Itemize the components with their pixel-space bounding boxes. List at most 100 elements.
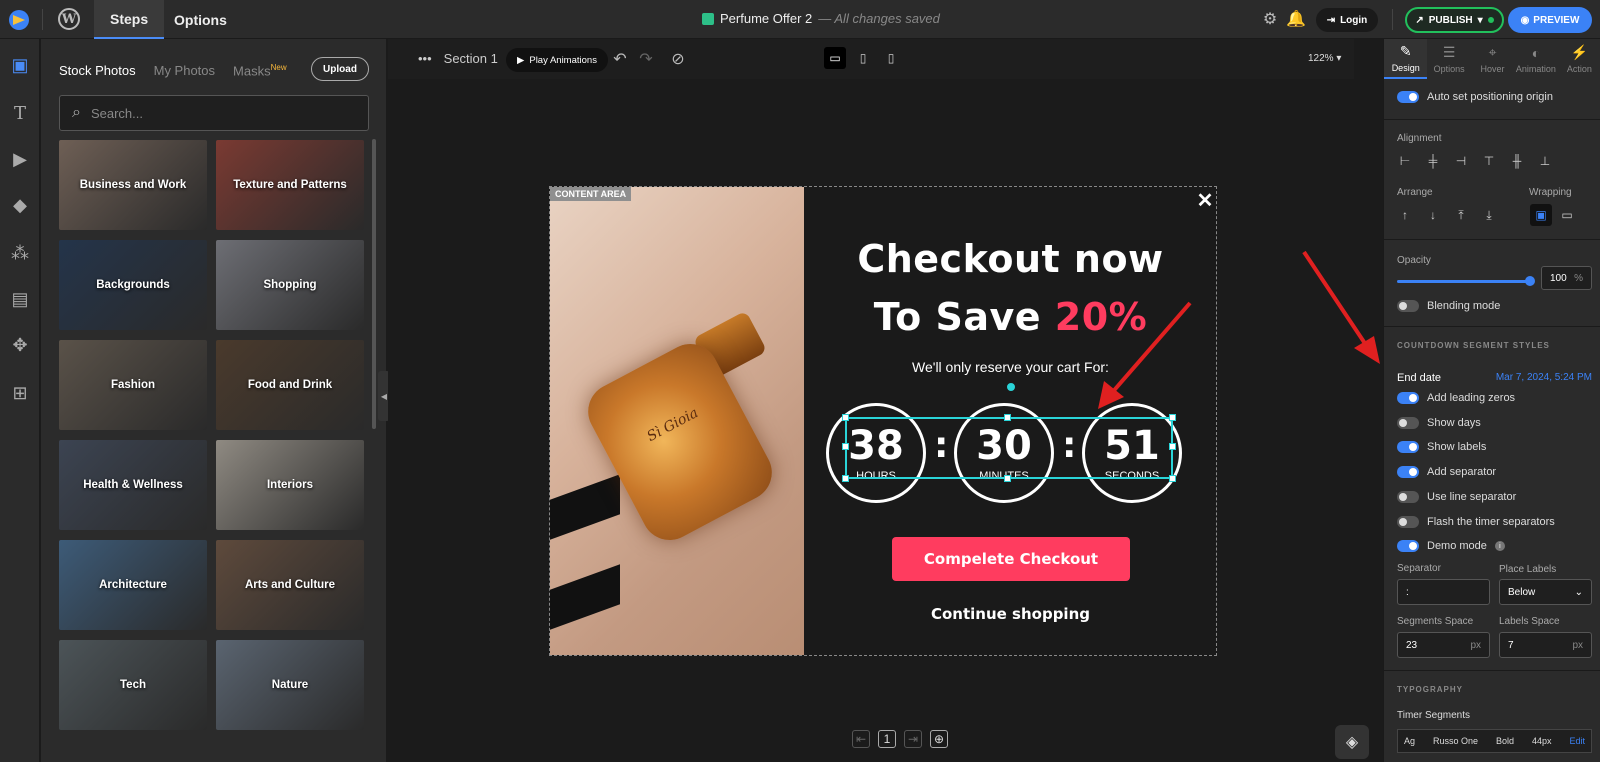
align-top-icon[interactable]: ⊤	[1478, 150, 1500, 172]
text-icon[interactable]: T	[8, 101, 32, 125]
send-to-back-icon[interactable]: ⤓	[1478, 204, 1500, 226]
resize-handle[interactable]	[1169, 475, 1176, 482]
info-icon[interactable]: i	[1494, 541, 1505, 552]
play-animations-button[interactable]: ▶ Play Animations	[506, 48, 608, 72]
more-icon[interactable]: •••	[418, 51, 432, 66]
doc-title-text[interactable]: Perfume Offer 2	[720, 11, 812, 26]
resize-handle[interactable]	[842, 475, 849, 482]
segments-space-input[interactable]: 23 px	[1397, 632, 1490, 658]
category-tile[interactable]: Nature	[216, 640, 364, 730]
align-bottom-icon[interactable]: ⊥	[1534, 150, 1556, 172]
wordpress-icon[interactable]: W	[58, 8, 80, 30]
undo-icon[interactable]: ↶	[610, 49, 630, 69]
eye-off-icon[interactable]: ⊘	[668, 49, 688, 69]
align-left-icon[interactable]: ⊢	[1394, 150, 1416, 172]
resize-handle[interactable]	[842, 443, 849, 450]
tablet-icon[interactable]: ▯	[852, 47, 874, 69]
category-tile[interactable]: Tech	[59, 640, 207, 730]
add-page-icon[interactable]: ⊕	[930, 730, 948, 748]
send-backward-icon[interactable]: ↓	[1422, 204, 1444, 226]
next-page-icon[interactable]: ⇥	[904, 730, 922, 748]
edit-font-link[interactable]: Edit	[1569, 736, 1585, 746]
separator-input[interactable]: :	[1397, 579, 1490, 605]
move-icon[interactable]: ✥	[8, 333, 32, 357]
resize-handle[interactable]	[1169, 443, 1176, 450]
bring-forward-icon[interactable]: ↑	[1394, 204, 1416, 226]
tab-stock-photos[interactable]: Stock Photos	[59, 63, 136, 78]
resize-handle[interactable]	[842, 414, 849, 421]
blending-toggle[interactable]	[1397, 300, 1419, 312]
search-input[interactable]	[90, 105, 331, 121]
toggle-switch[interactable]	[1397, 515, 1419, 528]
category-tile[interactable]: Fashion	[59, 340, 207, 430]
opacity-slider[interactable]	[1397, 276, 1535, 286]
checkout-button[interactable]: Compelete Checkout	[892, 537, 1130, 581]
resize-handle[interactable]	[1004, 475, 1011, 482]
headline-line-1[interactable]: Checkout now	[804, 237, 1217, 281]
tab-options[interactable]: Options	[158, 0, 243, 39]
tab-my-photos[interactable]: My Photos	[154, 63, 215, 78]
bring-to-front-icon[interactable]: ⤒	[1450, 204, 1472, 226]
tab-steps[interactable]: Steps	[94, 0, 165, 39]
perfume-photo[interactable]: Sì Gioia	[550, 187, 804, 655]
align-middle-icon[interactable]: ╫	[1506, 150, 1528, 172]
auto-origin-toggle[interactable]	[1397, 91, 1419, 103]
tab-design[interactable]: ✎ Design	[1384, 39, 1428, 79]
headline-line-2[interactable]: To Save 20%	[804, 295, 1217, 339]
desktop-icon[interactable]: ▭	[824, 47, 846, 69]
align-right-icon[interactable]: ⊣	[1450, 150, 1472, 172]
redo-icon[interactable]: ↷	[636, 49, 656, 69]
scrollbar[interactable]	[372, 139, 376, 429]
shapes-icon[interactable]: ◆	[8, 193, 32, 217]
tab-hover[interactable]: ⌖ Hover	[1471, 39, 1514, 79]
elements-icon[interactable]: ⁂	[8, 241, 32, 265]
toggle-switch[interactable]	[1397, 392, 1419, 404]
video-icon[interactable]: ▶	[8, 147, 32, 171]
category-tile[interactable]: Shopping	[216, 240, 364, 330]
wrap-block-icon[interactable]: ▭	[1556, 204, 1578, 226]
image-icon[interactable]: ▣	[8, 53, 32, 77]
toggle-switch[interactable]	[1397, 490, 1419, 503]
toggle-switch[interactable]	[1397, 416, 1419, 429]
opacity-input[interactable]: 100 %	[1541, 266, 1592, 290]
toggle-switch[interactable]	[1397, 441, 1419, 454]
reserve-text[interactable]: We'll only reserve your cart For:	[804, 359, 1217, 375]
resize-handle[interactable]	[1004, 414, 1011, 421]
add-block-icon[interactable]: ⊞	[8, 381, 32, 405]
toggle-switch[interactable]	[1397, 540, 1419, 553]
category-tile[interactable]: Architecture	[59, 540, 207, 630]
popup-preview[interactable]: Sì Gioia CONTENT AREA ✕ Checkout now To …	[549, 186, 1217, 656]
align-center-icon[interactable]: ╪	[1422, 150, 1444, 172]
mobile-icon[interactable]: ▯	[880, 47, 902, 69]
category-tile[interactable]: Arts and Culture	[216, 540, 364, 630]
login-button[interactable]: ⇥ Login	[1316, 8, 1378, 32]
continue-shopping-link[interactable]: Continue shopping	[804, 605, 1217, 623]
tab-options[interactable]: ☰ Options	[1427, 39, 1470, 79]
tab-masks[interactable]: MasksNew	[233, 63, 287, 78]
section-selector[interactable]: ••• Section 1	[418, 51, 498, 66]
page-number[interactable]: 1	[878, 730, 896, 748]
labels-space-input[interactable]: 7 px	[1499, 632, 1592, 658]
bell-icon[interactable]: 🔔	[1286, 9, 1306, 29]
gear-icon[interactable]: ⚙	[1260, 9, 1280, 29]
zoom-level[interactable]: 122% ▾	[1308, 53, 1341, 64]
form-icon[interactable]: ▤	[8, 287, 32, 311]
end-date-value[interactable]: Mar 7, 2024, 5:24 PM	[1496, 372, 1592, 384]
category-tile[interactable]: Food and Drink	[216, 340, 364, 430]
category-tile[interactable]: Health & Wellness	[59, 440, 207, 530]
publish-button[interactable]: ↗ PUBLISH ▾	[1405, 7, 1504, 33]
slider-knob[interactable]	[1525, 276, 1535, 286]
resize-handle[interactable]	[1169, 414, 1176, 421]
rotate-handle[interactable]	[1005, 381, 1017, 393]
category-tile[interactable]: Interiors	[216, 440, 364, 530]
tab-animation[interactable]: ◐ Animation	[1514, 39, 1557, 79]
close-icon[interactable]: ✕	[1195, 190, 1215, 212]
category-tile[interactable]: Business and Work	[59, 140, 207, 230]
preview-button[interactable]: ◉ PREVIEW	[1508, 7, 1592, 33]
toggle-switch[interactable]	[1397, 466, 1419, 479]
layers-icon[interactable]: ◈	[1335, 725, 1369, 759]
category-tile[interactable]: Texture and Patterns	[216, 140, 364, 230]
app-logo-icon[interactable]	[8, 9, 30, 31]
category-tile[interactable]: Backgrounds	[59, 240, 207, 330]
timer-font-row[interactable]: Ag Russo One Bold 44px Edit	[1397, 729, 1592, 753]
